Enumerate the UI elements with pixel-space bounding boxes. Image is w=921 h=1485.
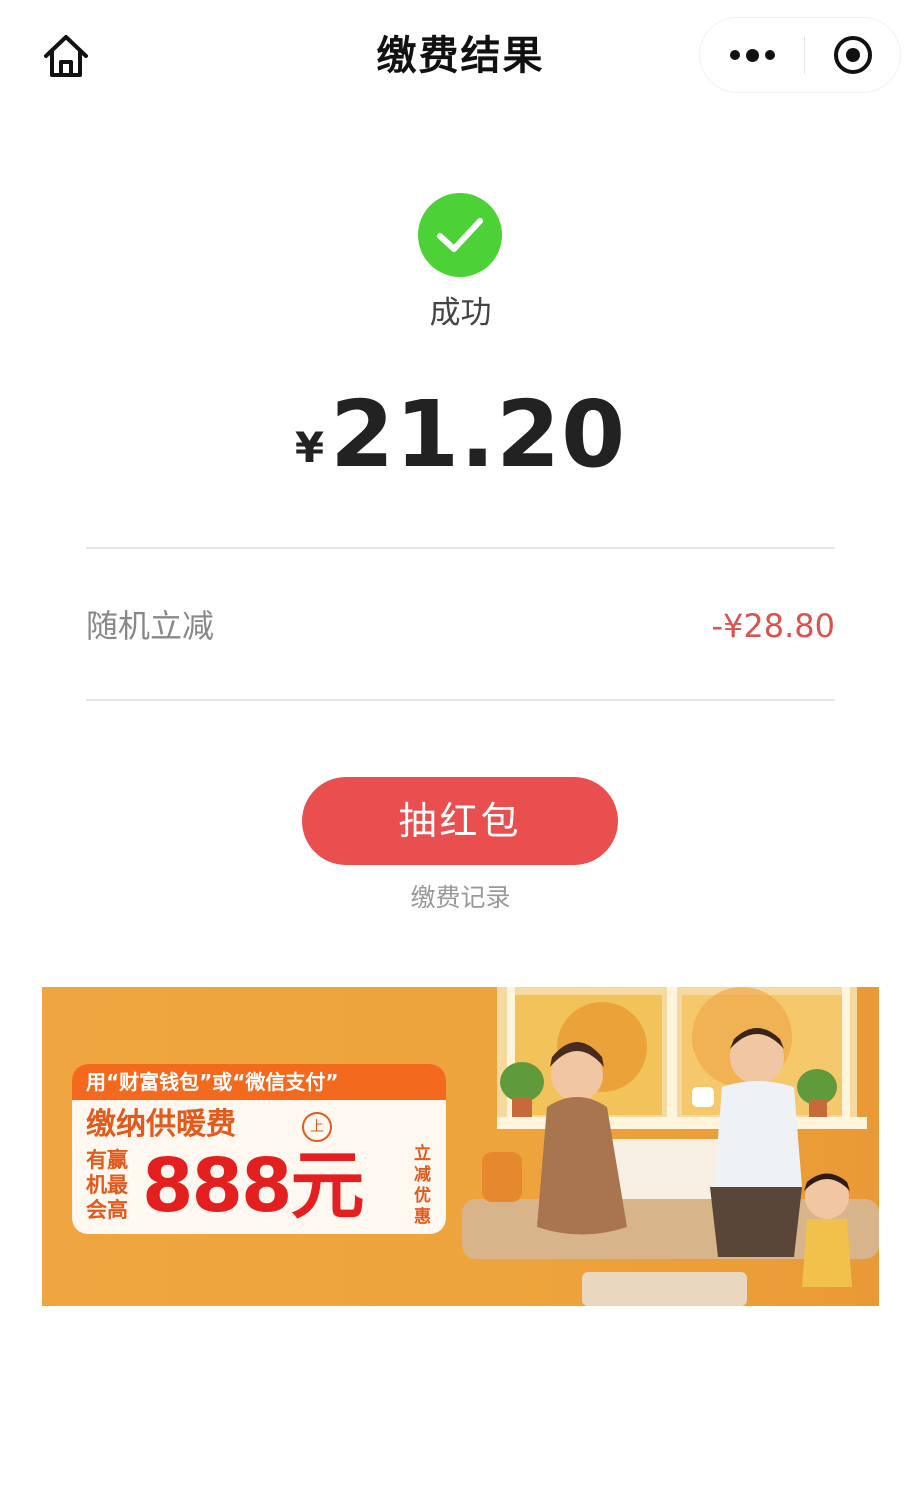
target-circle-icon	[833, 36, 872, 74]
promo-card: 用“财富钱包”或“微信支付” 缴纳供暖费 上 有赢机最会高 888元 立减优惠	[72, 1064, 446, 1234]
close-button[interactable]	[805, 18, 900, 92]
promo-banner[interactable]: 用“财富钱包”或“微信支付” 缴纳供暖费 上 有赢机最会高 888元 立减优惠	[42, 987, 879, 1306]
success-check-icon	[418, 193, 502, 277]
more-dots-icon	[729, 50, 740, 60]
nav-bar: 缴费结果	[0, 0, 921, 112]
payment-amount: ¥21.20	[0, 380, 921, 516]
currency-symbol: ¥	[294, 423, 325, 472]
promo-top-line: 用“财富钱包”或“微信支付”	[72, 1064, 446, 1100]
divider-bottom	[86, 699, 835, 701]
amount-value: 21.20	[330, 381, 627, 488]
status-text: 成功	[429, 295, 492, 331]
promo-amount: 888元	[142, 1143, 364, 1229]
discount-label: 随机立减	[86, 607, 215, 645]
promo-seal-badge: 上	[302, 1112, 332, 1142]
promo-title: 缴纳供暖费	[86, 1107, 236, 1142]
promo-side-right: 立减优惠	[414, 1144, 431, 1227]
payment-record-link[interactable]: 缴费记录	[0, 880, 921, 916]
more-button[interactable]	[700, 18, 804, 92]
promo-side-left: 有赢机最会高	[86, 1148, 128, 1222]
draw-red-packet-button[interactable]: 抽红包	[302, 777, 618, 865]
mini-program-capsule	[700, 18, 900, 92]
discount-value: -¥28.80	[711, 607, 835, 645]
divider-top	[86, 547, 835, 549]
